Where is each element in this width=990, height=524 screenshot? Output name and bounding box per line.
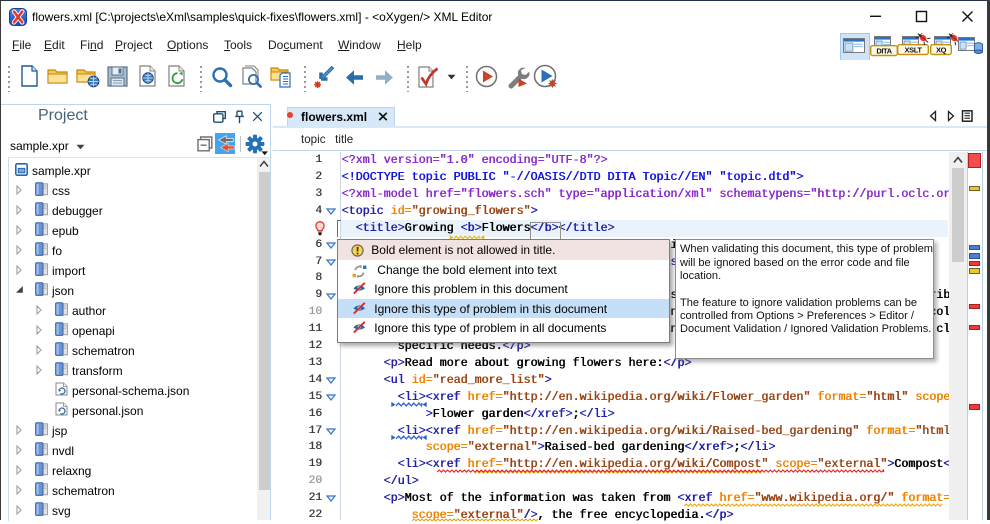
svg-text:XSLT: XSLT <box>904 46 922 55</box>
svg-text:XQ: XQ <box>936 46 947 55</box>
svg-text:DITA: DITA <box>876 47 892 56</box>
